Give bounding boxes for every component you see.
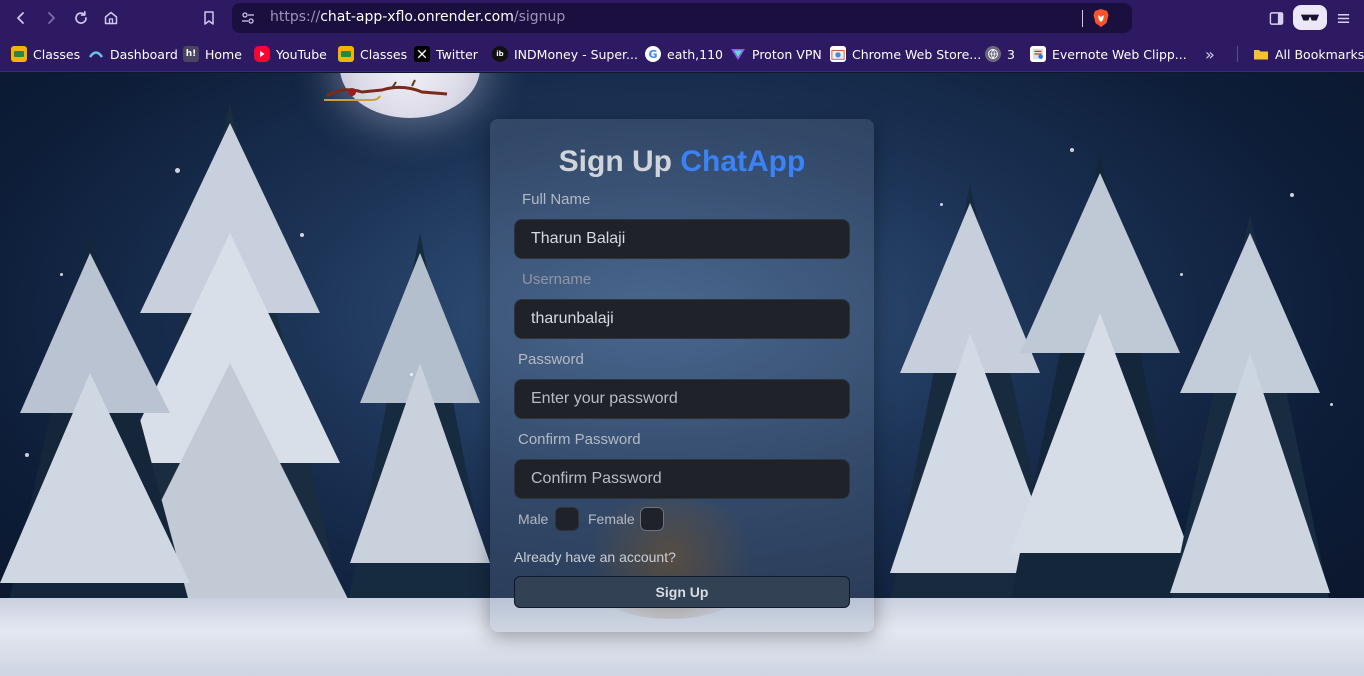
male-checkbox[interactable] [555, 507, 579, 531]
chevron-right-icon [48, 12, 55, 24]
bookmarks-bar: Classes Dashboard h! Home YouTube Classe… [0, 36, 1364, 72]
bookmark-label: Home [205, 46, 242, 62]
full-name-label: Full Name [522, 191, 591, 208]
username-input[interactable]: tharunbalaji [514, 299, 850, 339]
bookmark-item[interactable]: ib INDMoney - Super... [492, 45, 638, 63]
snowflake [1290, 193, 1294, 197]
brave-shields-icon[interactable] [1092, 8, 1110, 28]
snowy-pine-trees-left [0, 103, 500, 643]
title-accent: ChatApp [680, 145, 806, 178]
snowflake [60, 273, 63, 276]
bookmark-page-button[interactable] [198, 7, 220, 29]
url-text[interactable]: https://chat-app-xflo.onrender.com/signu… [270, 9, 565, 25]
private-mode-button[interactable] [1293, 5, 1327, 30]
bookmark-label: INDMoney - Super... [514, 46, 638, 62]
full-name-input[interactable]: Tharun Balaji [514, 219, 850, 259]
youtube-icon [254, 46, 270, 62]
signup-button[interactable]: Sign Up [514, 576, 850, 608]
bookmark-label: 3 [1007, 46, 1015, 62]
bookmark-label: YouTube [276, 46, 327, 62]
snowflake [940, 203, 943, 206]
home-button[interactable] [100, 7, 122, 29]
url-prefix: https:// [270, 9, 321, 25]
back-button[interactable] [10, 7, 32, 29]
password-label: Password [518, 351, 584, 368]
bookmarks-divider [1237, 46, 1238, 62]
female-label: Female [588, 511, 635, 527]
bookmark-item[interactable]: Classes [338, 45, 407, 63]
password-input[interactable]: Enter your password [514, 379, 850, 419]
bookmark-label: Evernote Web Clipp... [1052, 46, 1187, 62]
bookmark-item[interactable]: YouTube [254, 45, 327, 63]
bookmark-item[interactable]: Proton VPN [730, 45, 822, 63]
browser-toolbar: https://chat-app-xflo.onrender.com/signu… [0, 0, 1364, 36]
site-settings-icon[interactable] [240, 10, 256, 26]
male-label: Male [518, 511, 549, 527]
snowflake [25, 453, 29, 457]
username-label: Username [522, 271, 592, 288]
bookmark-label: Proton VPN [752, 46, 822, 62]
bookmark-item[interactable]: Twitter [414, 45, 478, 63]
bookmark-label: eath,110 [667, 46, 724, 62]
hackerrank-icon: h! [183, 46, 199, 62]
more-bookmarks-button[interactable]: » [1205, 45, 1215, 64]
chevron-left-icon [17, 12, 24, 24]
bookmark-label: All Bookmarks [1275, 46, 1364, 62]
x-icon [414, 46, 430, 62]
bookmark-label: Twitter [436, 46, 478, 62]
folder-icon [1253, 46, 1269, 62]
bookmark-item[interactable]: Dashboard [88, 45, 178, 63]
confirm-password-label: Confirm Password [518, 431, 641, 448]
bookmark-item[interactable]: 3 [985, 45, 1015, 63]
evernote-icon [1030, 46, 1046, 62]
snowflake [175, 168, 180, 173]
indmoney-icon: ib [492, 46, 508, 62]
snowflake [1330, 403, 1333, 406]
bookmark-item[interactable]: h! Home [183, 45, 242, 63]
home-icon [104, 11, 118, 25]
chrome-web-store-icon [830, 46, 846, 62]
bookmark-item[interactable]: G eath,110 [645, 45, 723, 63]
bookmark-item[interactable]: Classes [11, 45, 80, 63]
bookmark-item[interactable]: Chrome Web Store... [830, 45, 981, 63]
url-host: chat-app-xflo.onrender.com [320, 9, 514, 25]
reload-button[interactable] [70, 7, 92, 29]
menu-button[interactable] [1332, 7, 1354, 29]
all-bookmarks-folder[interactable]: All Bookmarks [1253, 45, 1364, 63]
hamburger-menu-icon [1337, 13, 1349, 23]
snowflake [1180, 273, 1183, 276]
address-bar[interactable]: https://chat-app-xflo.onrender.com/signu… [232, 3, 1132, 33]
sidebar-toggle-button[interactable] [1265, 7, 1287, 29]
snowflake [1070, 148, 1074, 152]
bookmark-label: Chrome Web Store... [852, 46, 982, 62]
page-title: Sign Up ChatApp [490, 145, 874, 179]
bookmark-label: Classes [33, 46, 81, 62]
bookmark-label: Dashboard [110, 46, 178, 62]
bookmark-item[interactable]: Evernote Web Clipp... [1030, 45, 1187, 63]
glasses-icon [1300, 14, 1320, 20]
signup-card: Sign Up ChatApp Full Name Tharun Balaji … [490, 119, 874, 632]
url-divider [1082, 10, 1083, 27]
bookmark-label: Classes [360, 46, 408, 62]
reload-icon [75, 10, 87, 24]
dashboard-icon [88, 46, 104, 62]
globe-icon [985, 46, 1001, 62]
google-icon: G [645, 46, 661, 62]
login-link[interactable]: Already have an account? [514, 549, 676, 565]
title-main: Sign Up [558, 145, 681, 178]
forward-button[interactable] [40, 7, 62, 29]
female-checkbox[interactable] [640, 507, 664, 531]
classroom-icon [338, 46, 354, 62]
confirm-password-input[interactable]: Confirm Password [514, 459, 850, 499]
bookmark-icon [204, 11, 214, 25]
sidebar-icon [1269, 11, 1283, 25]
url-path: /signup [513, 9, 566, 25]
proton-vpn-icon [730, 46, 746, 62]
classroom-icon [11, 46, 27, 62]
snowflake [300, 233, 304, 237]
snowy-pine-trees-right [880, 153, 1340, 653]
snowflake [410, 373, 413, 376]
